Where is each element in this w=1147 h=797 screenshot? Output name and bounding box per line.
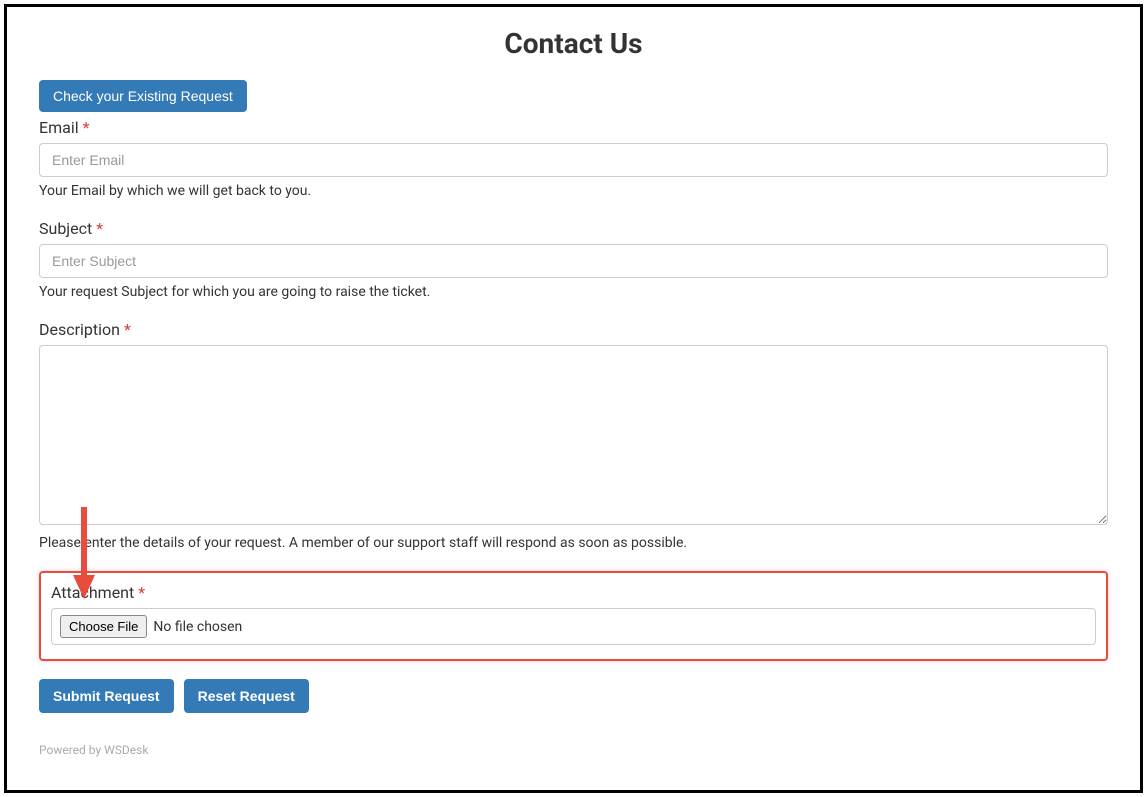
description-group: Description * Please enter the details o… <box>39 320 1108 551</box>
attachment-label: Attachment * <box>51 583 1096 602</box>
description-required-indicator: * <box>124 320 131 339</box>
wsdesk-link[interactable]: WSDesk <box>104 743 148 757</box>
email-help-text: Your Email by which we will get back to … <box>39 183 1108 199</box>
reset-request-button[interactable]: Reset Request <box>184 679 309 713</box>
subject-field[interactable] <box>39 244 1108 278</box>
file-chosen-status: No file chosen <box>153 619 242 635</box>
form-container: Contact Us Check your Existing Request E… <box>4 4 1143 793</box>
description-field[interactable] <box>39 345 1108 525</box>
check-existing-request-button[interactable]: Check your Existing Request <box>39 80 247 112</box>
subject-group: Subject * Your request Subject for which… <box>39 219 1108 300</box>
attachment-label-text: Attachment <box>51 583 134 602</box>
powered-by-footer: Powered by WSDesk <box>39 743 1108 757</box>
powered-by-text: Powered by <box>39 743 104 757</box>
attachment-highlight-box: Attachment * Choose File No file chosen <box>39 571 1108 661</box>
email-label-text: Email <box>39 118 79 137</box>
subject-help-text: Your request Subject for which you are g… <box>39 284 1108 300</box>
page-title: Contact Us <box>39 27 1108 60</box>
email-field[interactable] <box>39 143 1108 177</box>
email-group: Email * Your Email by which we will get … <box>39 118 1108 199</box>
subject-required-indicator: * <box>96 219 103 238</box>
subject-label-text: Subject <box>39 219 92 238</box>
description-help-text: Please enter the details of your request… <box>39 535 1108 551</box>
email-required-indicator: * <box>83 118 90 137</box>
choose-file-button[interactable]: Choose File <box>60 615 147 638</box>
email-label: Email * <box>39 118 1108 137</box>
attachment-field-wrapper[interactable]: Choose File No file chosen <box>51 608 1096 645</box>
description-label: Description * <box>39 320 1108 339</box>
action-buttons: Submit Request Reset Request <box>39 679 1108 713</box>
submit-request-button[interactable]: Submit Request <box>39 679 174 713</box>
subject-label: Subject * <box>39 219 1108 238</box>
attachment-required-indicator: * <box>138 583 145 602</box>
description-label-text: Description <box>39 320 120 339</box>
